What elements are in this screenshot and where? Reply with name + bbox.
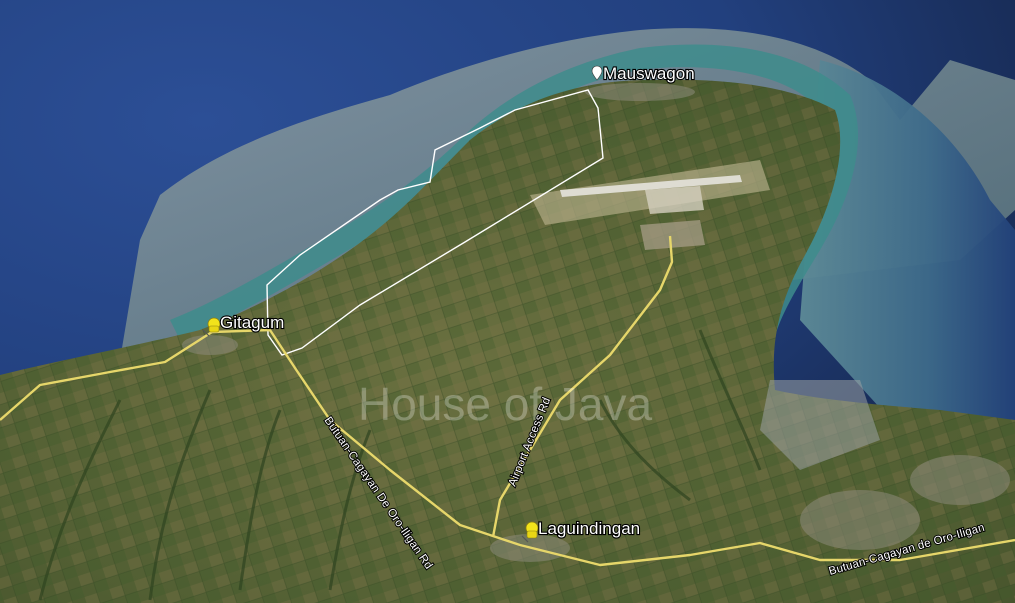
- place-label-gitagum[interactable]: Gitagum: [219, 312, 285, 333]
- watermark: House of Java: [358, 378, 652, 430]
- terminal-area: [640, 220, 705, 250]
- map-canvas: House of Java Butuan-Cagayan De Oro-Ilig…: [0, 0, 1015, 603]
- place-label-laguindingan[interactable]: Laguindingan: [537, 518, 641, 539]
- satellite-map[interactable]: House of Java Butuan-Cagayan De Oro-Ilig…: [0, 0, 1015, 603]
- apron: [645, 186, 704, 214]
- place-label-mauswagon[interactable]: Mauswagon: [602, 63, 696, 84]
